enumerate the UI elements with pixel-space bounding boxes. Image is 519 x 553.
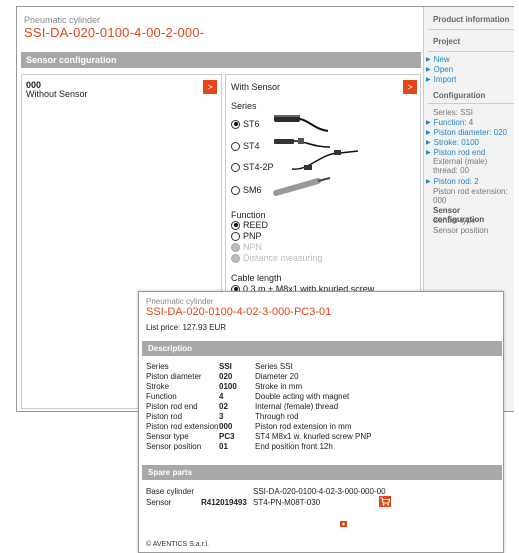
cart-icon: [380, 497, 391, 506]
triangle-right-icon: ▶: [426, 77, 431, 83]
radio-icon[interactable]: [231, 141, 240, 151]
sensor-st4-2p-image: [291, 150, 359, 170]
description-row: Piston rod 3 Through rod: [146, 412, 299, 421]
radio-disabled-icon: [231, 253, 240, 263]
project-heading: Project: [433, 37, 461, 46]
config-stroke-link[interactable]: ▶ Stroke: 0100: [426, 138, 479, 148]
description-header: Description: [142, 341, 502, 356]
product-information-heading: Product information: [433, 15, 510, 24]
triangle-right-icon: ▶: [426, 57, 431, 63]
function-option-npn: NPN: [231, 242, 262, 252]
config-sensor-position: Sensor position: [433, 226, 489, 235]
list-price: List price: 127.93 EUR: [146, 323, 227, 332]
config-piston-rod-end-value: External (male) thread: 00: [433, 157, 488, 175]
series-option-st6[interactable]: ST6: [231, 117, 260, 131]
popup-product-code: SSI-DA-020-0100-4-02-3-000-PC3-01: [146, 306, 332, 318]
series-option-st4[interactable]: ST4: [231, 139, 260, 153]
product-code: SSI-DA-020-0100-4-00-2-000-: [24, 25, 205, 40]
chevron-right-icon: >: [207, 82, 213, 92]
copyright: © AVENTICS S.a.r.l.: [146, 541, 209, 548]
radio-selected-icon[interactable]: [231, 220, 240, 230]
chevron-right-icon: >: [407, 82, 413, 92]
product-kind: Pneumatic cylinder: [24, 15, 101, 25]
link-open[interactable]: ▶ Open: [426, 65, 453, 75]
link-new[interactable]: ▶ New: [426, 55, 450, 65]
triangle-right-icon: ▶: [426, 140, 431, 146]
description-row: Series SSI Series SSI: [146, 362, 293, 371]
select-without-sensor-button[interactable]: >: [203, 80, 217, 94]
divider: [428, 29, 514, 30]
description-row: Piston diameter 020 Diameter 20: [146, 372, 299, 381]
triangle-right-icon: ▶: [426, 179, 431, 185]
function-label: Function: [231, 210, 266, 220]
series-option-st4-2p[interactable]: ST4-2P: [231, 160, 274, 174]
description-row: Sensor position 01 End position front 12h: [146, 442, 333, 451]
triangle-right-icon: ▶: [426, 67, 431, 73]
triangle-right-icon: ▶: [426, 130, 431, 136]
add-to-cart-button[interactable]: [379, 496, 391, 507]
spare-part-row: Sensor R412019493 ST4-PN-M08T-030: [146, 498, 321, 507]
radio-icon[interactable]: [231, 185, 240, 195]
description-row: Function 4 Double acting with magnet: [146, 392, 350, 401]
config-series: Series: SSI: [433, 108, 474, 117]
function-option-reed[interactable]: REED: [231, 220, 268, 230]
description-row: Stroke 0100 Stroke in mm: [146, 382, 303, 391]
product-summary-popup: Pneumatic cylinder SSI-DA-020-0100-4-02-…: [138, 291, 504, 553]
function-option-pnp[interactable]: PNP: [231, 231, 262, 241]
series-option-sm6[interactable]: SM6: [231, 183, 262, 197]
radio-disabled-icon: [231, 242, 240, 252]
description-row: Piston rod extension 000 Piston rod extens…: [146, 422, 352, 431]
cable-length-label: Cable length: [231, 273, 282, 283]
scroll-to-top-button[interactable]: ▲: [340, 521, 347, 527]
spare-parts-header: Spare parts: [142, 465, 502, 480]
function-option-distance: Distance measuring: [231, 253, 323, 263]
radio-icon[interactable]: [231, 231, 240, 241]
description-row: Piston rod end 02 Internal (female) thread: [146, 402, 339, 411]
sensor-sm6-image: [273, 177, 331, 196]
config-piston-diameter-link[interactable]: ▶ Piston diameter: 020: [426, 128, 507, 138]
config-piston-rod-extension: Piston rod extension: 000: [433, 187, 508, 205]
triangle-right-icon: ▶: [426, 150, 431, 156]
radio-icon[interactable]: [231, 162, 240, 172]
series-label: Series: [231, 101, 257, 111]
spare-part-row: Base cylinder SSI-DA-020-0100-4-02-3-000…: [146, 487, 386, 496]
description-row: Sensor type PC3 ST4 M8x1 w. knurled screw …: [146, 432, 372, 441]
triangle-right-icon: ▶: [426, 120, 431, 126]
option-name: With Sensor: [231, 82, 281, 92]
select-with-sensor-button[interactable]: >: [403, 80, 417, 94]
divider: [428, 103, 514, 104]
radio-selected-icon[interactable]: [231, 119, 240, 129]
divider: [428, 51, 514, 52]
link-import[interactable]: ▶ Import: [426, 75, 456, 85]
config-function-link[interactable]: ▶ Function: 4: [426, 118, 473, 128]
arrow-up-icon: ▲: [341, 521, 346, 527]
config-piston-rod-link[interactable]: ▶ Piston rod: 2: [426, 177, 479, 187]
option-name: Without Sensor: [26, 89, 88, 99]
section-header: Sensor configuration: [21, 52, 421, 68]
config-sensor-type: Sensor type: [433, 216, 476, 225]
popup-product-kind: Pneumatic cylinder: [146, 297, 214, 306]
configuration-heading: Configuration: [433, 91, 486, 100]
